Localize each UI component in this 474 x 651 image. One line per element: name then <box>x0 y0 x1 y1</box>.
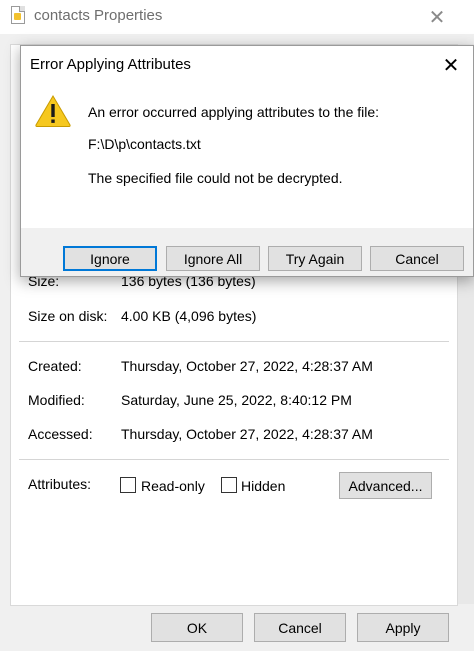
error-message-line2: The specified file could not be decrypte… <box>88 170 343 186</box>
size-on-disk-value: 4.00 KB (4,096 bytes) <box>121 308 257 324</box>
cancel-button[interactable]: Cancel <box>254 613 346 642</box>
modified-value: Saturday, June 25, 2022, 8:40:12 PM <box>121 392 352 408</box>
error-dialog-close-button[interactable]: ✕ <box>429 46 473 84</box>
divider <box>19 459 449 460</box>
apply-button[interactable]: Apply <box>357 613 449 642</box>
error-cancel-button[interactable]: Cancel <box>370 246 464 271</box>
error-file-path: F:\D\p\contacts.txt <box>88 136 201 152</box>
accessed-value: Thursday, October 27, 2022, 4:28:37 AM <box>121 426 373 442</box>
divider <box>19 341 449 342</box>
error-dialog-title: Error Applying Attributes <box>30 56 191 73</box>
properties-window-title: contacts Properties <box>34 7 163 24</box>
ignore-button[interactable]: Ignore <box>63 246 157 271</box>
accessed-label: Accessed: <box>28 426 93 442</box>
ok-button[interactable]: OK <box>151 613 243 642</box>
properties-titlebar[interactable]: contacts Properties ✕ <box>0 0 474 34</box>
read-only-checkbox[interactable] <box>120 477 136 493</box>
read-only-label[interactable]: Read-only <box>141 478 205 494</box>
created-value: Thursday, October 27, 2022, 4:28:37 AM <box>121 358 373 374</box>
hidden-checkbox[interactable] <box>221 477 237 493</box>
ignore-all-button[interactable]: Ignore All <box>166 246 260 271</box>
try-again-button[interactable]: Try Again <box>268 246 362 271</box>
advanced-button[interactable]: Advanced... <box>339 472 432 499</box>
error-dialog-footer: Ignore Ignore All Try Again Cancel <box>21 228 473 276</box>
properties-close-button[interactable]: ✕ <box>414 0 460 34</box>
size-on-disk-label: Size on disk: <box>28 308 108 324</box>
error-dialog-titlebar[interactable]: Error Applying Attributes ✕ <box>21 46 473 84</box>
hidden-label[interactable]: Hidden <box>241 478 285 494</box>
error-dialog-body: An error occurred applying attributes to… <box>21 84 473 228</box>
error-dialog: Error Applying Attributes ✕ An error occ… <box>20 45 474 277</box>
attributes-label: Attributes: <box>28 476 92 492</box>
error-message-line1: An error occurred applying attributes to… <box>88 104 380 120</box>
warning-icon <box>35 95 71 127</box>
created-label: Created: <box>28 358 82 374</box>
text-file-icon <box>11 6 25 24</box>
modified-label: Modified: <box>28 392 85 408</box>
